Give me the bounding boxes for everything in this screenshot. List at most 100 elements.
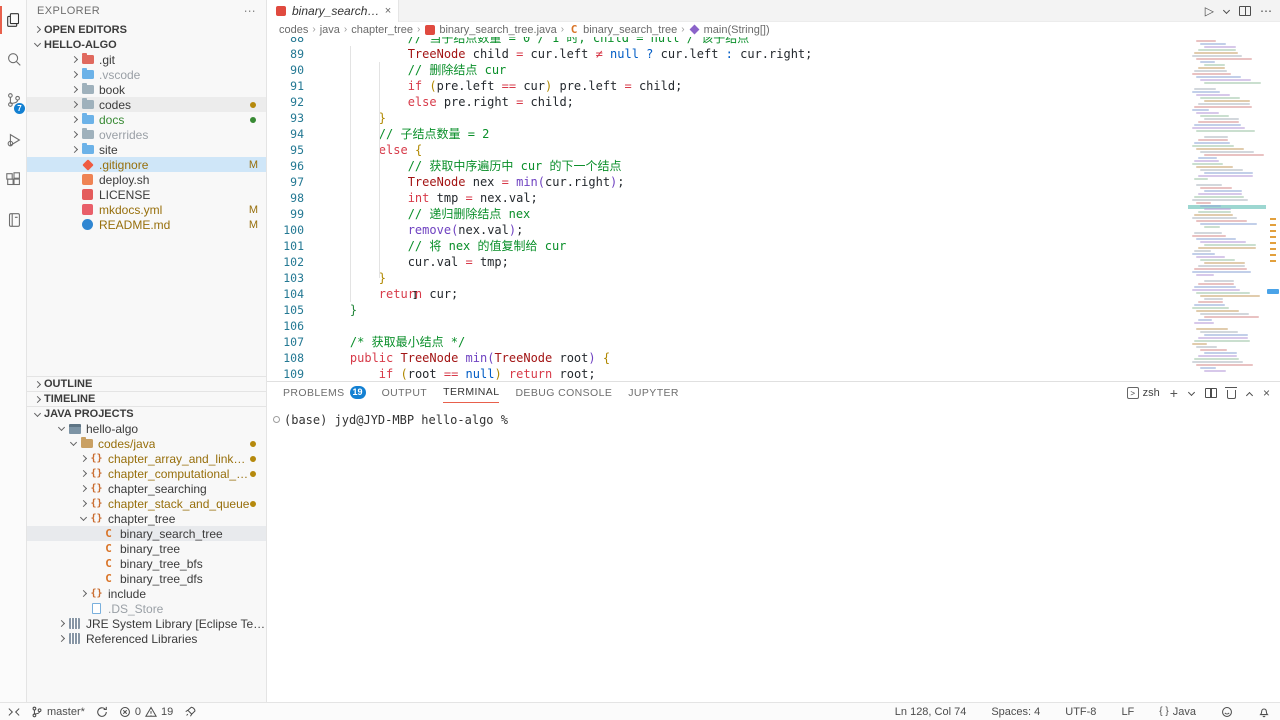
tree-item-binary-search-tree[interactable]: Cbinary_search_tree [27, 526, 266, 541]
chevron-right-icon[interactable] [31, 23, 44, 36]
code-line-101[interactable]: 101 // 将 nex 的值复制给 cur [267, 238, 1188, 254]
activity-notebook-icon[interactable] [0, 200, 27, 240]
line-number[interactable]: 101 [267, 238, 304, 254]
encoding[interactable]: UTF-8 [1065, 706, 1096, 718]
breadcrumb-chapter-tree[interactable]: chapter_tree [351, 24, 413, 36]
code-line-98[interactable]: 98 int tmp = nex.val; [267, 190, 1188, 206]
code-line-99[interactable]: 99 // 递归删除结点 nex [267, 206, 1188, 222]
line-number[interactable]: 95 [267, 142, 304, 158]
breadcrumb-codes[interactable]: codes [279, 24, 308, 36]
chevron-right-icon[interactable] [55, 617, 68, 630]
more-actions-icon[interactable]: ⋯ [244, 4, 256, 18]
code-line-100[interactable]: 100 remove(nex.val); [267, 222, 1188, 238]
cursor-position[interactable]: Ln 128, Col 74 [895, 706, 967, 718]
code-line-95[interactable]: 95 else { [267, 142, 1188, 158]
tab-binary-search-tree[interactable]: binary_search_tree.java × [267, 0, 399, 22]
tree-item--git[interactable]: .git [27, 52, 266, 67]
line-number[interactable]: 92 [267, 94, 304, 110]
line-number[interactable]: 97 [267, 174, 304, 190]
code-line-90[interactable]: 90 // 删除结点 cur [267, 62, 1188, 78]
indentation[interactable]: Spaces: 4 [991, 706, 1040, 718]
problems-item[interactable]: 0 19 [119, 706, 173, 718]
eol-sequence[interactable]: LF [1121, 706, 1134, 718]
code-line-106[interactable]: 106 [267, 318, 1188, 334]
line-number[interactable]: 105 [267, 302, 304, 318]
chevron-right-icon[interactable] [68, 128, 81, 141]
editor-more-icon[interactable]: ⋯ [1260, 4, 1272, 18]
line-number[interactable]: 108 [267, 350, 304, 366]
panel-tab-output[interactable]: OUTPUT [382, 382, 428, 403]
line-number[interactable]: 88 [267, 37, 304, 46]
line-number[interactable]: 99 [267, 206, 304, 222]
split-terminal-icon[interactable] [1205, 388, 1217, 398]
breadcrumb-binary-search-tree[interactable]: Cbinary_search_tree [568, 23, 677, 36]
code-line-89[interactable]: 89 TreeNode child = cur.left ≠ null ? cu… [267, 46, 1188, 62]
rocket-icon[interactable] [184, 706, 196, 718]
chevron-right-icon[interactable] [77, 452, 90, 465]
chevron-right-icon[interactable] [55, 632, 68, 645]
tree-item-codes[interactable]: codes [27, 97, 266, 112]
notifications-bell-icon[interactable] [1258, 706, 1270, 718]
code-line-102[interactable]: 102 cur.val = tmp; [267, 254, 1188, 270]
line-number[interactable]: 106 [267, 318, 304, 334]
language-mode[interactable]: { } Java [1159, 706, 1196, 718]
code-line-93[interactable]: 93 } [267, 110, 1188, 126]
tree-item-mkdocs-yml[interactable]: mkdocs.ymlM [27, 202, 266, 217]
tree-item-outline[interactable]: OUTLINE [27, 376, 266, 391]
tree-item-referenced-libraries[interactable]: Referenced Libraries [27, 631, 266, 646]
tree-item-codes-java[interactable]: codes/java [27, 436, 266, 451]
chevron-right-icon[interactable] [68, 143, 81, 156]
close-panel-icon[interactable]: × [1263, 386, 1270, 400]
tree-item--vscode[interactable]: .vscode [27, 67, 266, 82]
tree-item-deploy-sh[interactable]: deploy.sh [27, 172, 266, 187]
tree-item-binary-tree[interactable]: Cbinary_tree [27, 541, 266, 556]
code-line-96[interactable]: 96 // 获取中序遍历中 cur 的下一个结点 [267, 158, 1188, 174]
chevron-right-icon[interactable] [68, 98, 81, 111]
sync-icon[interactable] [96, 706, 108, 718]
tree-item-jre-system-library-eclipse-temurin-17-17[interactable]: JRE System Library [Eclipse Temurin 17 [… [27, 616, 266, 631]
feedback-icon[interactable] [1221, 706, 1233, 718]
activity-source-control-icon[interactable]: 7 [0, 80, 27, 120]
kill-terminal-icon[interactable] [1227, 390, 1236, 399]
activity-run-debug-icon[interactable] [0, 120, 27, 160]
activity-search-icon[interactable] [0, 40, 27, 80]
tree-item-open-editors[interactable]: OPEN EDITORS [27, 22, 266, 37]
line-number[interactable]: 96 [267, 158, 304, 174]
chevron-right-icon[interactable] [77, 467, 90, 480]
tree-item-hello-algo[interactable]: HELLO-ALGO [27, 37, 266, 52]
chevron-right-icon[interactable] [31, 393, 44, 406]
code-line-88[interactable]: 88 // 当子结点数量 = 0 / 1 时, child = null / 该… [267, 37, 1188, 46]
code-line-92[interactable]: 92 else pre.right = child; [267, 94, 1188, 110]
chevron-down-icon[interactable] [31, 408, 44, 421]
activity-explorer-icon[interactable] [0, 0, 27, 40]
code-line-97[interactable]: 97 TreeNode nex = min(cur.right); [267, 174, 1188, 190]
chevron-right-icon[interactable] [77, 587, 90, 600]
tree-item-docs[interactable]: docs [27, 112, 266, 127]
run-dropdown-icon[interactable] [1223, 8, 1230, 15]
chevron-right-icon[interactable] [68, 83, 81, 96]
tree-item-chapter-stack-and-queue[interactable]: {}chapter_stack_and_queue [27, 496, 266, 511]
panel-tab-problems[interactable]: PROBLEMS19 [283, 382, 366, 403]
code-line-108[interactable]: 108 public TreeNode min(TreeNode root) { [267, 350, 1188, 366]
tree-item-hello-algo[interactable]: hello-algo [27, 421, 266, 436]
tree-item-site[interactable]: site [27, 142, 266, 157]
line-number[interactable]: 104 [267, 286, 304, 302]
chevron-down-icon[interactable] [67, 437, 80, 450]
tree-item-chapter-tree[interactable]: {}chapter_tree [27, 511, 266, 526]
tab-close-icon[interactable]: × [385, 5, 391, 17]
tree-item-chapter-searching[interactable]: {}chapter_searching [27, 481, 266, 496]
tree-item-binary-tree-bfs[interactable]: Cbinary_tree_bfs [27, 556, 266, 571]
maximize-panel-icon[interactable] [1246, 390, 1253, 397]
terminal-content[interactable]: (base) jyd@JYD-MBP hello-algo % [267, 403, 1280, 427]
code-line-91[interactable]: 91 if (pre.left == cur) pre.left = child… [267, 78, 1188, 94]
line-number[interactable]: 89 [267, 46, 304, 62]
tree-item-license[interactable]: LICENSE [27, 187, 266, 202]
code-line-107[interactable]: 107 /* 获取最小结点 */ [267, 334, 1188, 350]
chevron-right-icon[interactable] [68, 68, 81, 81]
line-number[interactable]: 109 [267, 366, 304, 381]
code-line-109[interactable]: 109 if (root == null) return root; [267, 366, 1188, 381]
chevron-right-icon[interactable] [77, 497, 90, 510]
code-line-104[interactable]: 104 return cur; [267, 286, 1188, 302]
run-button[interactable]: ▷ [1205, 4, 1214, 18]
panel-tab-terminal[interactable]: TERMINAL [443, 382, 499, 403]
